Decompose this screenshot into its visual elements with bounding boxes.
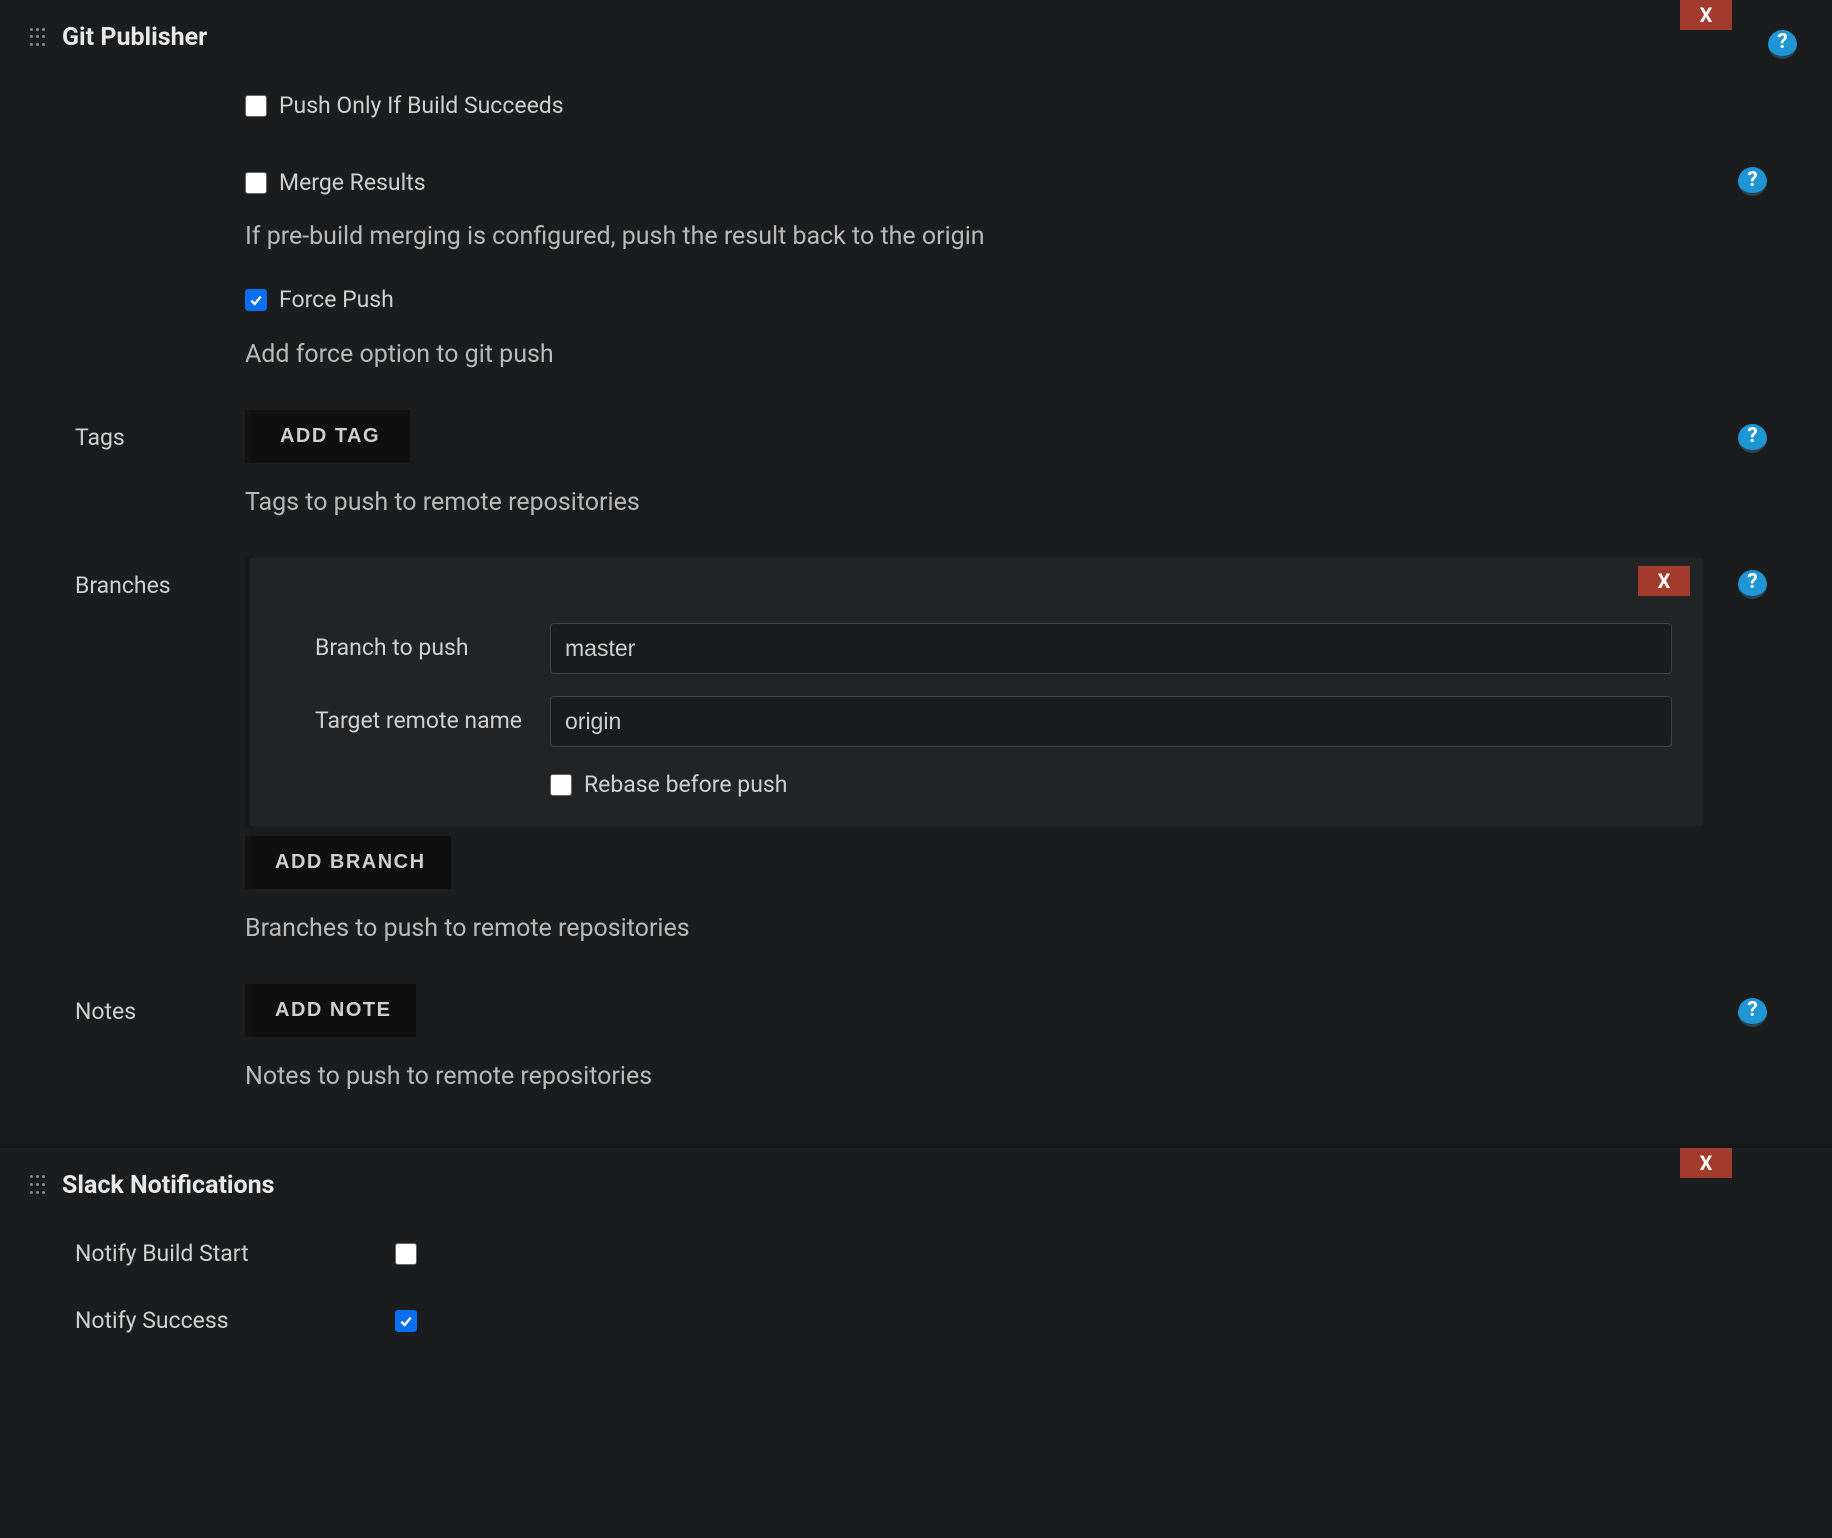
section-title: Slack Notifications xyxy=(62,1168,275,1203)
target-remote-label: Target remote name xyxy=(280,705,550,737)
force-push-label: Force Push xyxy=(279,284,394,316)
close-button[interactable]: X xyxy=(1680,0,1732,30)
notify-build-start-checkbox[interactable] xyxy=(395,1243,417,1265)
add-note-button[interactable]: ADD NOTE xyxy=(250,984,416,1037)
notes-label: Notes xyxy=(30,984,245,1028)
force-push-desc: Add force option to git push xyxy=(245,337,1702,372)
help-icon[interactable]: ? xyxy=(1738,424,1767,453)
add-tag-button[interactable]: ADD TAG xyxy=(250,410,410,463)
help-icon[interactable]: ? xyxy=(1738,167,1767,196)
section-title: Git Publisher xyxy=(62,20,207,55)
merge-results-desc: If pre-build merging is configured, push… xyxy=(245,219,1702,254)
notify-build-start-label: Notify Build Start xyxy=(75,1238,395,1270)
help-icon[interactable]: ? xyxy=(1738,570,1767,599)
close-icon: X xyxy=(1700,1,1713,29)
help-icon[interactable]: ? xyxy=(1768,30,1797,59)
notes-desc: Notes to push to remote repositories xyxy=(245,1059,1702,1094)
branch-panel: X Branch to push Target remote name Reba… xyxy=(245,558,1702,826)
rebase-before-push-label: Rebase before push xyxy=(584,769,787,801)
merge-results-label: Merge Results xyxy=(279,167,426,199)
slack-section: X Slack Notifications Notify Build Start… xyxy=(0,1144,1832,1377)
close-icon: X xyxy=(1700,1149,1713,1177)
close-button[interactable]: X xyxy=(1680,1148,1732,1178)
branch-to-push-input[interactable] xyxy=(550,623,1672,674)
branch-to-push-label: Branch to push xyxy=(280,632,550,664)
notify-success-checkbox[interactable] xyxy=(395,1310,417,1332)
notify-success-label: Notify Success xyxy=(75,1305,395,1337)
force-push-checkbox[interactable] xyxy=(245,289,267,311)
tags-desc: Tags to push to remote repositories xyxy=(245,485,1702,520)
push-only-if-succeeds-label: Push Only If Build Succeeds xyxy=(279,90,564,122)
tags-label: Tags xyxy=(30,410,245,454)
section-header: Git Publisher xyxy=(30,20,1802,55)
merge-results-checkbox[interactable] xyxy=(245,172,267,194)
target-remote-input[interactable] xyxy=(550,696,1672,747)
add-branch-button[interactable]: ADD BRANCH xyxy=(250,836,451,889)
close-button[interactable]: X xyxy=(1638,566,1690,596)
help-icon[interactable]: ? xyxy=(1738,998,1767,1027)
branches-label: Branches xyxy=(30,558,245,602)
push-only-if-succeeds-checkbox[interactable] xyxy=(245,95,267,117)
branches-desc: Branches to push to remote repositories xyxy=(245,911,1702,946)
rebase-before-push-checkbox[interactable] xyxy=(550,774,572,796)
drag-handle-icon[interactable] xyxy=(30,28,50,48)
git-publisher-section: X ? Git Publisher ? Push Only If Build S… xyxy=(0,0,1832,1132)
close-icon: X xyxy=(1658,567,1671,595)
drag-handle-icon[interactable] xyxy=(30,1175,50,1195)
section-header: Slack Notifications xyxy=(30,1168,1802,1203)
